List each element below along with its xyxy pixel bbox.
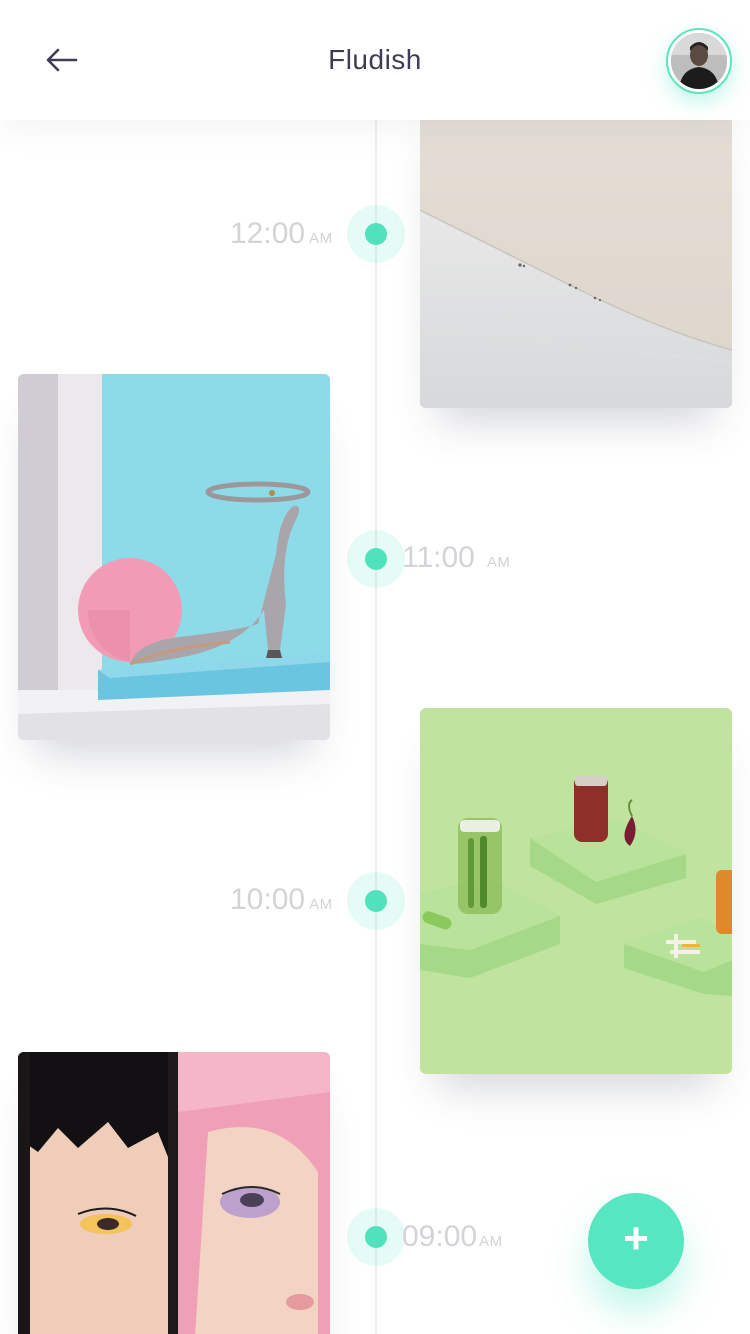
time-period: AM [309,230,333,247]
time-label: 10:00 AM [230,885,333,915]
time-hour: 10:00 [230,883,306,916]
timeline-node [347,1208,405,1266]
timeline-node [347,205,405,263]
profile-avatar-button[interactable] [666,28,732,94]
timeline-node [347,530,405,588]
timeline-card-makeup[interactable] [18,1052,330,1334]
timeline-card-sand-dunes[interactable] [420,100,732,408]
sandal-image [18,374,330,740]
time-label: 11:00 AM [402,543,510,573]
time-label: 09:00 AM [402,1222,503,1252]
time-period: AM [486,554,511,571]
user-avatar [671,33,727,89]
time-period: AM [309,896,333,913]
time-hour: 11:00 [402,541,475,574]
sand-dunes-image [420,100,732,408]
timeline-screen: Fludish 12:00 AM 11:00 AM 10:00 AM 09:00… [0,0,750,1334]
page-title: Fludish [328,44,422,75]
makeup-image [18,1052,330,1334]
timeline-node [347,872,405,930]
pickles-image [420,708,732,1074]
timeline-line [375,120,377,1334]
timeline-card-pickles[interactable] [420,708,732,1074]
time-period: AM [479,1233,503,1250]
time-hour: 09:00 [402,1220,478,1253]
time-label: 12:00 AM [230,219,333,249]
app-header: Fludish [0,0,750,120]
time-hour: 12:00 [230,217,306,250]
add-button[interactable]: + [588,1193,684,1289]
timeline-card-sandal[interactable] [18,374,330,740]
plus-icon: + [623,1214,649,1263]
